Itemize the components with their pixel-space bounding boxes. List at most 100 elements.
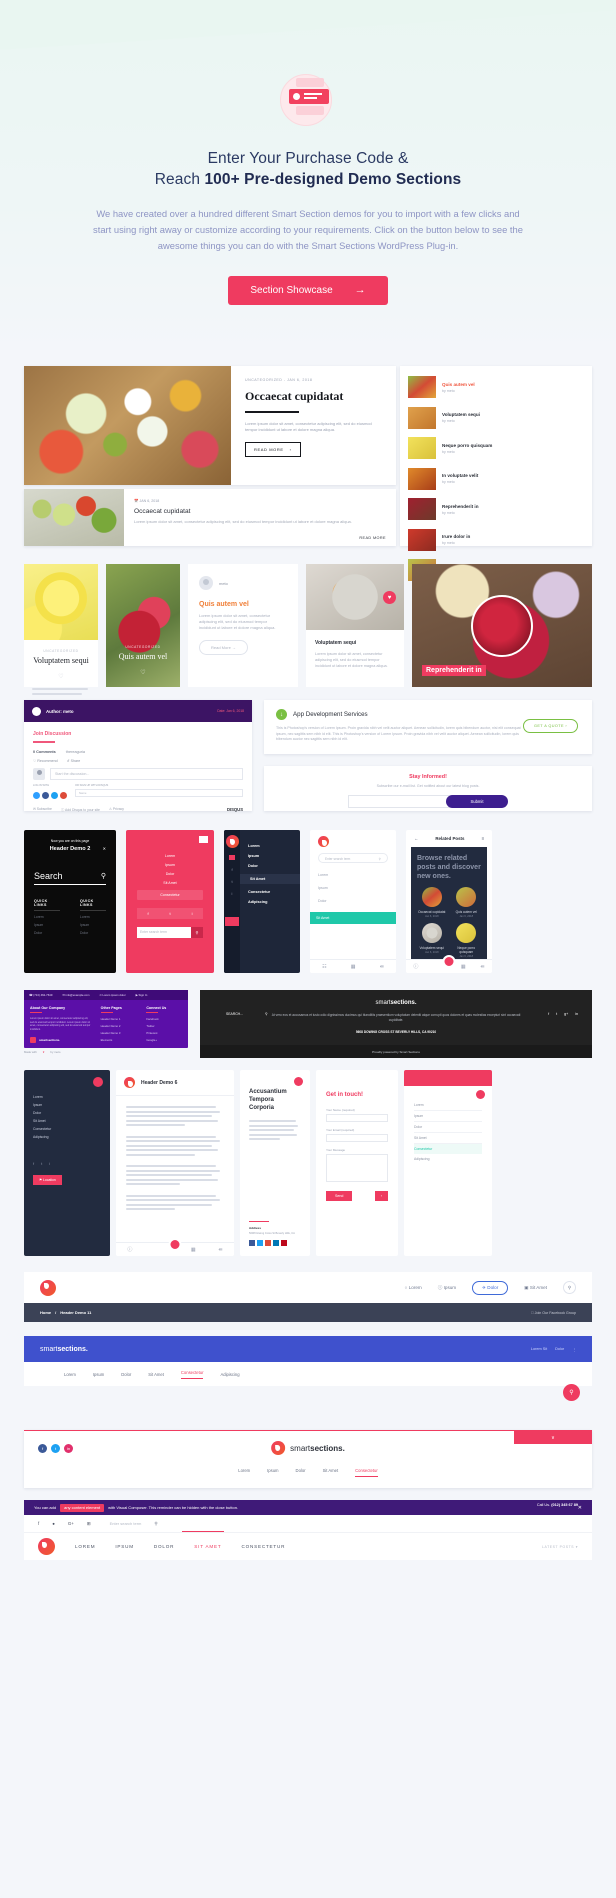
grid-card-3[interactable]: meto Quis autem vel Lorem ipsum dolor si… xyxy=(188,564,298,687)
nav-adipiscing[interactable]: Adipiscing xyxy=(220,1372,239,1377)
newsletter-email-input[interactable] xyxy=(348,795,460,808)
instagram-icon[interactable]: i xyxy=(192,911,193,916)
image-icon[interactable]: ▦ xyxy=(461,964,466,970)
google-login-icon[interactable] xyxy=(60,791,67,799)
link-lorem[interactable]: Lorem xyxy=(34,915,60,919)
nav-ipsum[interactable]: Ipsum xyxy=(318,886,388,890)
twitter-icon[interactable]: t xyxy=(170,911,171,916)
grid-card-4[interactable]: ♥ Voluptatem sequi Lorem ipsum dolor sit… xyxy=(306,564,404,687)
nav-sit-amet[interactable]: SIT AMET xyxy=(194,1544,221,1549)
page-link-4[interactable]: Elements xyxy=(101,1038,137,1042)
nav-consectetur[interactable]: Consectetur xyxy=(355,1468,378,1477)
instagram-icon[interactable]: i xyxy=(232,891,233,896)
nav-lorem[interactable]: Lorem xyxy=(33,1095,101,1099)
mockup-article[interactable]: Accusantium Tempora Corporia Address 5608 … xyxy=(240,1070,310,1256)
nav-dolor[interactable]: Dolor xyxy=(414,1122,482,1133)
mockup-navy-menu[interactable]: Lorem Ipsum Dolor Sit Amet Consectetur A… xyxy=(24,1070,110,1256)
nav-adipiscing[interactable]: Adipiscing xyxy=(414,1154,482,1164)
send-button[interactable]: Send xyxy=(326,1191,353,1201)
nav-dolor[interactable]: Dolor xyxy=(33,1111,101,1115)
nav-dolor[interactable]: Dolor xyxy=(318,899,388,903)
mobile-mockup-navigation[interactable]: Enter search term ⚲ Lorem Ipsum Dolor Sit… xyxy=(310,830,396,973)
blog-title[interactable]: Occaecat cupidatat xyxy=(245,389,384,404)
get-a-quote-button[interactable]: GET A QUOTE › xyxy=(523,719,578,733)
grid-icon[interactable]: ⊞ xyxy=(87,1521,91,1527)
search-input[interactable]: Search xyxy=(34,871,63,881)
share-icon[interactable]: ⇚ xyxy=(218,1247,222,1253)
nav-ipsum[interactable]: Ipsum xyxy=(248,854,300,858)
recommend-button[interactable]: ♡ Recommend xyxy=(33,759,58,763)
nav-ipsum[interactable]: Ipsum xyxy=(93,1372,104,1377)
social-google[interactable]: Google+ xyxy=(146,1038,182,1042)
facebook-icon[interactable]: f xyxy=(147,911,148,916)
list-item[interactable]: Voluptatem sequi by meto xyxy=(408,406,584,429)
menu-item-ipsum[interactable]: Ipsum xyxy=(137,863,203,867)
cart-icon[interactable] xyxy=(225,917,239,926)
nav-sit-amet[interactable]: Sit Amet xyxy=(33,1119,101,1123)
share-icon[interactable]: ⇚ xyxy=(480,964,484,970)
blog-featured-card[interactable]: UNCATEGORIZED - JAN 6, 2018 Occaecat cup… xyxy=(24,366,396,485)
menu-toggle-icon[interactable] xyxy=(229,855,235,860)
mobile-mockup-navy-sidebar[interactable]: f t i Lorem Ipsum Dolor Sit Amet Consect… xyxy=(224,830,300,973)
name-field[interactable] xyxy=(326,1114,388,1122)
twitter-icon[interactable]: t xyxy=(231,879,232,884)
instagram-icon[interactable]: in xyxy=(64,1443,73,1453)
nav-lorem[interactable]: ○ Lorem xyxy=(405,1285,422,1290)
blog-second-card[interactable]: 📅 JAN 6, 2018 Occaecat cupidatat Lorem i… xyxy=(24,489,396,546)
brand-logo[interactable]: smartsections. xyxy=(40,1346,88,1353)
link-ipsum-2[interactable]: Ipsum xyxy=(80,923,106,927)
mobile-mockup-pink-menu[interactable]: Lorem Ipsum Dolor Sit Amet Consectetur f… xyxy=(126,830,214,973)
blog-second-title[interactable]: Occaecat cupidatat xyxy=(134,508,384,515)
grid-card-5[interactable]: Reprehenderit in xyxy=(412,564,592,687)
nav-ipsum[interactable]: IPSUM xyxy=(115,1544,134,1549)
signin-item[interactable]: ▶ Sign In xyxy=(136,993,148,997)
facebook-icon[interactable]: f xyxy=(231,867,232,872)
nav-ipsum[interactable]: ⓘ Ipsum xyxy=(438,1285,456,1291)
social-twitter[interactable]: Twitter xyxy=(146,1024,182,1028)
nav-lorem[interactable]: Lorem xyxy=(318,873,388,877)
menu-item-dolor[interactable]: Dolor xyxy=(137,872,203,876)
close-icon[interactable] xyxy=(294,1077,303,1086)
menu-item-consectetur[interactable]: Consectetur xyxy=(137,890,203,900)
heart-icon[interactable]: ♡ xyxy=(58,673,63,680)
smart-sections-logo-icon[interactable] xyxy=(124,1077,135,1088)
facebook-icon[interactable]: f xyxy=(38,1521,39,1526)
page-link-2[interactable]: Header Demo 2 xyxy=(101,1024,137,1028)
list-item[interactable]: Quis autem vel Jan 6, 2018 xyxy=(452,887,482,918)
image-icon[interactable]: ▦ xyxy=(351,964,356,970)
mockup-contact-form[interactable]: Get in touch! Your Name (required) Your … xyxy=(316,1070,398,1256)
nav-dolor[interactable]: Dolor xyxy=(121,1372,131,1377)
latest-posts-link[interactable]: LATEST POSTS ▾ xyxy=(542,1545,578,1549)
disqus-login-icon[interactable] xyxy=(33,791,40,799)
read-more-button[interactable]: Read More → xyxy=(199,639,248,655)
list-item[interactable]: Occaecat cupidatat Jan 6, 2018 xyxy=(417,887,447,918)
twitter-login-icon[interactable] xyxy=(51,791,58,799)
grid-icon[interactable]: ☷ xyxy=(322,964,326,970)
search-icon[interactable]: ⚲ xyxy=(154,1521,157,1527)
read-more-button[interactable]: READ MORE › xyxy=(245,442,301,458)
newsletter-submit-button[interactable]: Submit xyxy=(446,795,508,808)
search-icon[interactable]: ⚲ xyxy=(191,927,203,938)
nav-lorem[interactable]: Lorem xyxy=(238,1468,250,1477)
nav-sit-amet[interactable]: Sit Amet xyxy=(310,912,396,924)
notice-highlight[interactable]: any content element xyxy=(60,1503,105,1512)
instagram-icon[interactable]: i xyxy=(49,1161,50,1166)
nav-sit-amet[interactable]: Sit Amet xyxy=(148,1372,164,1377)
menu-item-lorem[interactable]: Lorem xyxy=(137,854,203,858)
google-plus-icon[interactable]: g+ xyxy=(564,1012,568,1016)
blog-second-read-more[interactable]: READ MORE xyxy=(359,536,386,540)
image-icon[interactable]: ▦ xyxy=(191,1247,196,1253)
nav-consectetur[interactable]: Consectetur xyxy=(180,1370,204,1379)
social-pinterest[interactable]: Pinterest xyxy=(146,1031,182,1035)
location-button[interactable]: ⚑ Location xyxy=(33,1175,62,1185)
smart-sections-logo-icon[interactable] xyxy=(318,836,329,847)
fab-button[interactable] xyxy=(442,955,456,968)
info-icon[interactable]: ⓘ xyxy=(127,1246,132,1253)
nav-consectetur[interactable]: CONSECTETUR xyxy=(242,1544,286,1549)
email-item[interactable]: ✉ info@example.com xyxy=(62,993,89,997)
tab-community[interactable]: thereaguria xyxy=(66,750,85,754)
right-item-1[interactable]: Lorem Sit xyxy=(531,1347,547,1352)
close-icon[interactable]: ✕ xyxy=(103,846,106,851)
search-icon[interactable]: ⚲ xyxy=(265,1012,267,1016)
facebook-group-link[interactable]:  Join Our Facebook Group xyxy=(531,1311,576,1315)
